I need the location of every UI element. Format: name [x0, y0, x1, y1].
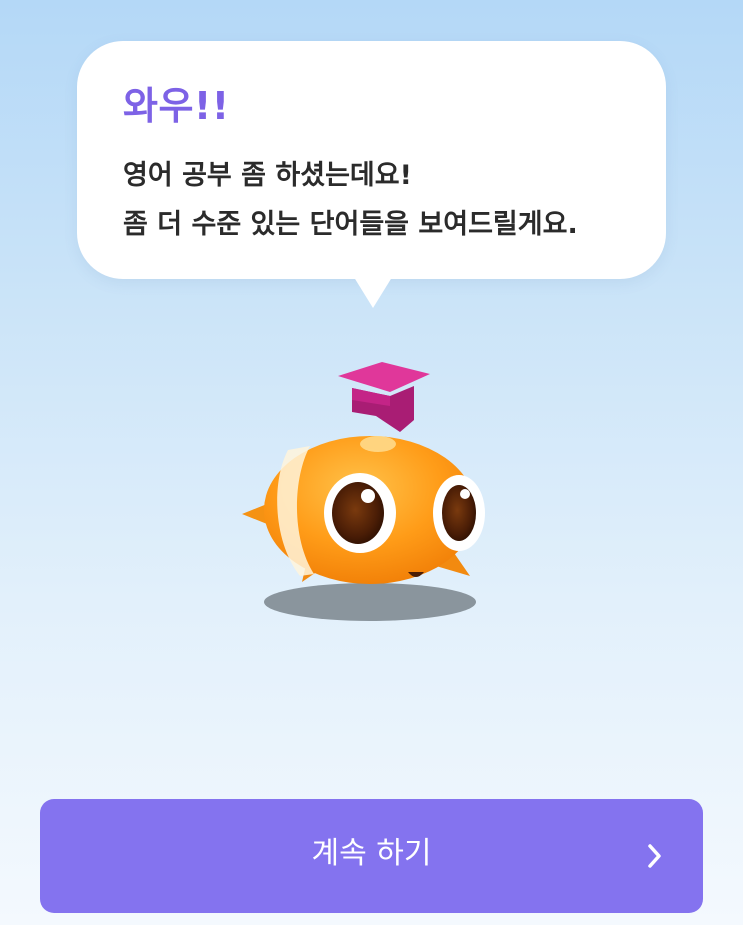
fish-mascot-icon [230, 350, 500, 640]
speech-bubble: 와우!! 영어 공부 좀 하셨는데요! 좀 더 수준 있는 단어들을 보여드릴게… [77, 41, 666, 279]
speech-bubble-tail [352, 274, 394, 308]
speech-bubble-title: 와우!! [123, 84, 230, 128]
continue-button[interactable]: 계속 하기 [40, 799, 703, 913]
speech-bubble-line-2: 좀 더 수준 있는 단어들을 보여드릴게요. [123, 209, 578, 240]
continue-button-label: 계속 하기 [311, 836, 432, 871]
speech-bubble-line-1: 영어 공부 좀 하셨는데요! [123, 160, 412, 191]
chevron-right-icon [648, 844, 661, 868]
mascot-shadow [264, 583, 476, 621]
